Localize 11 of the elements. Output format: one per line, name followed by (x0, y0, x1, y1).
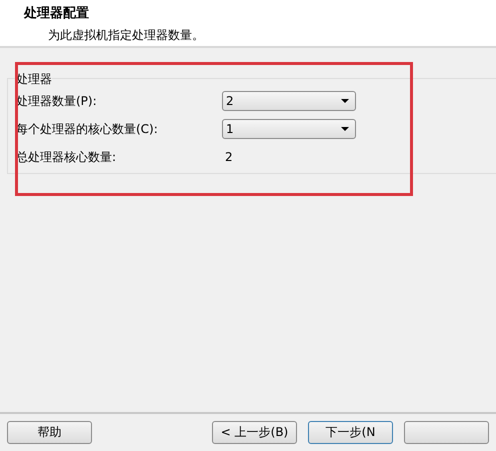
dropdown[interactable]: 1 (222, 119, 356, 139)
dialog-button[interactable]: 下一步(N (308, 421, 393, 444)
caret-icon (341, 127, 349, 131)
dropdown[interactable]: 2 (222, 91, 356, 111)
dialog-button[interactable]: < 上一步(B) (212, 421, 297, 444)
dialog-button[interactable]: 帮助 (7, 421, 92, 444)
dialog-button[interactable] (404, 421, 489, 444)
page-title: 处理器配置 (24, 5, 90, 22)
caret-icon (341, 99, 349, 103)
page-subtitle: 为此虚拟机指定处理器数量。 (47, 27, 205, 44)
field-value: 2 (224, 150, 234, 164)
